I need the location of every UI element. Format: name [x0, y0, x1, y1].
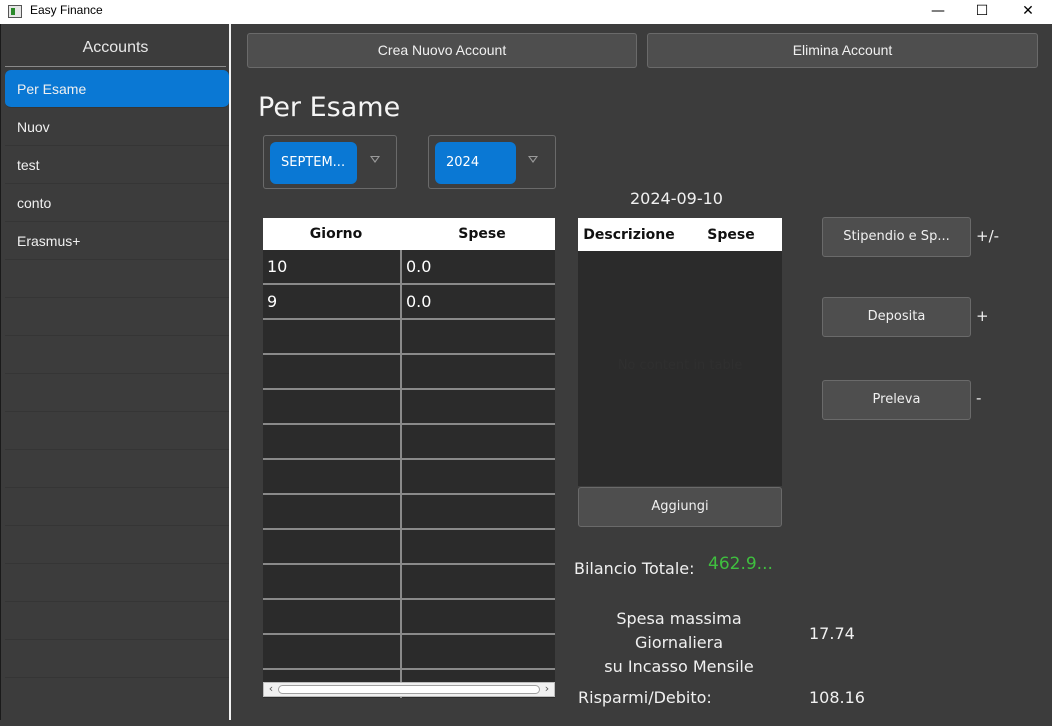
- accounts-sidebar: Accounts Per Esame Nuov test conto Erasm…: [0, 24, 230, 720]
- account-item-per-esame[interactable]: Per Esame: [5, 70, 229, 108]
- app-icon: [8, 5, 22, 18]
- daily-max-value: 17.74: [809, 624, 855, 643]
- maximize-button[interactable]: ☐: [959, 0, 1005, 24]
- account-list-empty-row: [5, 450, 229, 488]
- table-row-empty: [263, 425, 555, 460]
- table-row-empty: [263, 565, 555, 600]
- table-row-empty: [263, 460, 555, 495]
- column-header-spese[interactable]: Spese: [409, 218, 555, 250]
- account-title: Per Esame: [258, 92, 401, 123]
- chevron-down-icon: [370, 156, 380, 163]
- daily-max-label: Spesa massima Giornaliera su Incasso Men…: [574, 607, 784, 679]
- create-account-button[interactable]: Crea Nuovo Account: [247, 33, 637, 68]
- withdraw-button[interactable]: Preleva: [822, 380, 971, 420]
- account-item-nuov[interactable]: Nuov: [5, 108, 229, 146]
- account-item-erasmus[interactable]: Erasmus+: [5, 222, 229, 260]
- cell-spese: 0.0: [406, 292, 432, 311]
- account-list-empty-row: [5, 640, 229, 678]
- close-button[interactable]: ✕: [1005, 0, 1051, 24]
- year-selected-value: 2024: [435, 142, 516, 184]
- table-row-empty: [263, 635, 555, 670]
- daily-expenses-table[interactable]: Giorno Spese 10 0.0 9 0.0: [263, 218, 555, 698]
- account-list-empty-row: [5, 602, 229, 640]
- daily-max-label-line2: su Incasso Mensile: [604, 657, 754, 676]
- delete-account-button[interactable]: Elimina Account: [647, 33, 1038, 68]
- column-header-descrizione[interactable]: Descrizione: [578, 218, 680, 251]
- account-list-empty-row: [5, 298, 229, 336]
- table-row-empty: [263, 390, 555, 425]
- minimize-button[interactable]: —: [915, 0, 961, 24]
- cell-giorno: 9: [263, 285, 402, 318]
- horizontal-scrollbar[interactable]: ‹ ›: [263, 682, 555, 697]
- table-row-empty: [263, 600, 555, 635]
- accounts-list: Per Esame Nuov test conto Erasmus+: [5, 70, 229, 678]
- scroll-right-icon[interactable]: ›: [541, 682, 553, 695]
- chevron-down-icon: [528, 156, 538, 163]
- scrollbar-thumb[interactable]: [278, 685, 540, 694]
- table-row-empty: [263, 355, 555, 390]
- year-select[interactable]: 2024: [428, 135, 556, 189]
- column-header-giorno[interactable]: Giorno: [263, 218, 409, 250]
- account-list-empty-row: [5, 564, 229, 602]
- total-balance-label: Bilancio Totale:: [574, 559, 695, 578]
- account-item-conto[interactable]: conto: [5, 184, 229, 222]
- account-list-empty-row: [5, 488, 229, 526]
- table-row-empty: [263, 530, 555, 565]
- table-row[interactable]: 10 0.0: [263, 250, 555, 285]
- cell-giorno: 10: [263, 250, 402, 283]
- table-row-empty: [263, 495, 555, 530]
- total-balance-value: 462.9...: [708, 554, 773, 574]
- transactions-table[interactable]: Descrizione Spese No content in table: [578, 218, 782, 486]
- table-row[interactable]: 9 0.0: [263, 285, 555, 320]
- account-list-empty-row: [5, 260, 229, 298]
- table-header: Descrizione Spese: [578, 218, 782, 251]
- scroll-left-icon[interactable]: ‹: [265, 682, 277, 695]
- accounts-header: Accounts: [5, 24, 226, 67]
- account-list-empty-row: [5, 336, 229, 374]
- window-titlebar: Easy Finance — ☐ ✕: [0, 0, 1052, 24]
- table-row-empty: [263, 320, 555, 355]
- account-list-empty-row: [5, 526, 229, 564]
- cell-spese: 0.0: [406, 257, 432, 276]
- savings-debt-label: Risparmi/Debito:: [578, 688, 712, 707]
- sidebar-divider: [229, 24, 231, 720]
- selected-date: 2024-09-10: [630, 189, 723, 208]
- window-title: Easy Finance: [30, 3, 103, 17]
- empty-table-placeholder: No content in table: [617, 358, 743, 373]
- table-header: Giorno Spese: [263, 218, 555, 250]
- account-list-empty-row: [5, 412, 229, 450]
- deposit-button[interactable]: Deposita: [822, 297, 971, 337]
- column-header-spese[interactable]: Spese: [680, 218, 782, 251]
- month-selected-value: SEPTEM...: [270, 142, 357, 184]
- salary-expenses-button[interactable]: Stipendio e Sp...: [822, 217, 971, 257]
- account-item-test[interactable]: test: [5, 146, 229, 184]
- plus-minus-indicator: +/-: [976, 227, 1000, 245]
- account-list-empty-row: [5, 374, 229, 412]
- savings-debt-value: 108.16: [809, 688, 865, 707]
- minus-indicator: -: [976, 389, 982, 407]
- add-transaction-button[interactable]: Aggiungi: [578, 487, 782, 527]
- daily-max-label-line1: Spesa massima Giornaliera: [616, 609, 742, 652]
- plus-indicator: +: [976, 307, 989, 325]
- month-select[interactable]: SEPTEM...: [263, 135, 397, 189]
